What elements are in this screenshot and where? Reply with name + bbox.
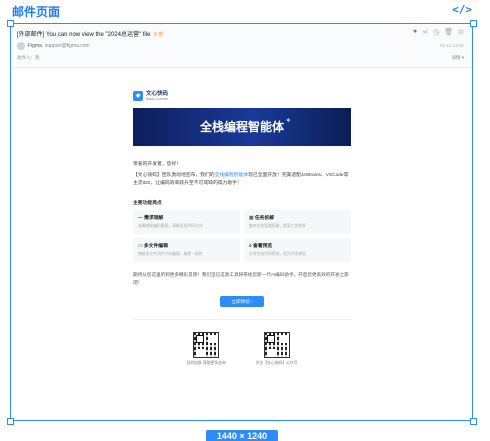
mail-header: [外部邮件] You can now view the "2024总运营" fi… bbox=[11, 24, 472, 68]
recipient-row: 收件人：我 bbox=[17, 55, 40, 60]
mail-actions: ● ⋖ ◷ 🗑 ⊙ bbox=[413, 28, 464, 36]
closing-paragraph: 期待从您这里听到更多精彩反馈！我们坚信这款工具将带给您新一代AI编码助手，开启您… bbox=[133, 272, 349, 285]
more-icon[interactable]: ⊙ bbox=[458, 28, 464, 36]
avatar bbox=[17, 42, 25, 50]
mail-subject: [外部邮件] You can now view the "2024总运营" fi… bbox=[17, 29, 163, 38]
code-icon[interactable]: </> bbox=[452, 3, 472, 16]
feature-title: ▭ 多文件编辑 bbox=[138, 244, 168, 249]
details-toggle[interactable]: 详情 ▾ bbox=[451, 55, 464, 61]
intro-paragraph: 【文心快码】团队激动地宣布，我们的全栈编程智能体现已全面开放！完美适配JetBr… bbox=[133, 172, 351, 188]
divider bbox=[133, 319, 351, 320]
feature-desc: 复杂任务智能拆解，提高工作效率 bbox=[249, 224, 306, 228]
mail-datetime: 01-12 14:32 bbox=[439, 43, 464, 48]
size-badge: 1440 × 1240 bbox=[206, 430, 278, 441]
resize-handle[interactable] bbox=[7, 20, 14, 27]
feature-title: ⌕ 查看预览 bbox=[249, 244, 273, 249]
greeting: 亲爱的开发者，您好！ bbox=[133, 162, 181, 167]
feature-card: ▭ 多文件编辑 跨越多文件同步代码编辑，确保一致性 bbox=[133, 238, 240, 262]
product-link[interactable]: 全栈编程智能体 bbox=[215, 173, 249, 178]
sender-email[interactable]: support@figma.com bbox=[45, 43, 90, 49]
qr-label: 扫码加群 获取更多咨询 bbox=[186, 361, 226, 365]
sender-name: Figma bbox=[28, 43, 42, 49]
try-now-button[interactable]: 立即体验 › bbox=[220, 296, 264, 307]
qr-block-group: 扫码加群 获取更多咨询 bbox=[187, 332, 226, 366]
mail-subject-text: [外部邮件] You can now view the "2024总运营" fi… bbox=[17, 32, 151, 38]
share-icon[interactable]: ⋖ bbox=[422, 28, 428, 36]
sender-row: Figma support@figma.com bbox=[17, 42, 90, 50]
mail-body: ◆ 文心快码 Baidu Comate 全栈编程智能体 ✦ 亲爱的开发者，您好！… bbox=[133, 88, 351, 366]
feature-card: ⋯ 需求理解 准确捕捉编码意图，清晰呈现代码方向 bbox=[133, 210, 240, 234]
external-tag: 外部 bbox=[153, 32, 164, 38]
sparkle-icon: ✦ bbox=[285, 116, 292, 125]
feature-desc: 实时生成代码预览，提升开发体验 bbox=[249, 252, 306, 256]
hero-banner: 全栈编程智能体 ✦ bbox=[133, 108, 351, 146]
canvas-topbar: 邮件页面 </> bbox=[0, 0, 490, 20]
qr-code-icon bbox=[263, 332, 290, 358]
brand-name: 文心快码 Baidu Comate bbox=[146, 91, 168, 101]
brand-header: ◆ 文心快码 Baidu Comate bbox=[133, 88, 351, 104]
resize-handle[interactable] bbox=[470, 20, 477, 27]
feature-desc: 跨越多文件同步代码编辑，确保一致性 bbox=[138, 252, 203, 256]
trash-icon[interactable]: 🗑 bbox=[444, 28, 453, 36]
feature-grid: ⋯ 需求理解 准确捕捉编码意图，清晰呈现代码方向 ▦ 任务拆解 复杂任务智能拆解… bbox=[133, 210, 351, 262]
feature-card: ▦ 任务拆解 复杂任务智能拆解，提高工作效率 bbox=[244, 210, 351, 234]
feature-title: ⋯ 需求理解 bbox=[138, 216, 164, 221]
email-frame[interactable]: [外部邮件] You can now view the "2024总运营" fi… bbox=[10, 23, 473, 421]
qr-code-icon bbox=[193, 332, 220, 358]
qr-label: 关注【文心快码】公众号 bbox=[255, 361, 298, 365]
feature-desc: 准确捕捉编码意图，清晰呈现代码方向 bbox=[138, 224, 203, 228]
brand-logo-icon: ◆ bbox=[133, 91, 143, 101]
qr-row: 扫码加群 获取更多咨询 关注【文心快码】公众号 bbox=[133, 332, 351, 366]
feature-title: ▦ 任务拆解 bbox=[249, 216, 275, 221]
settings-icon[interactable]: ● bbox=[413, 28, 417, 36]
brand-subtitle: Baidu Comate bbox=[146, 97, 169, 101]
resize-handle[interactable] bbox=[7, 418, 14, 425]
page-label: 邮件页面 bbox=[12, 5, 61, 19]
qr-block-official: 关注【文心快码】公众号 bbox=[255, 332, 298, 366]
resize-handle[interactable] bbox=[470, 418, 477, 425]
clock-icon[interactable]: ◷ bbox=[433, 28, 439, 36]
section-title: 主要功能亮点 bbox=[133, 201, 162, 206]
banner-title: 全栈编程智能体 bbox=[199, 120, 284, 134]
feature-card: ⌕ 查看预览 实时生成代码预览，提升开发体验 bbox=[244, 238, 351, 262]
intro-prefix: 【文心快码】团队激动地宣布，我们的 bbox=[133, 173, 215, 178]
